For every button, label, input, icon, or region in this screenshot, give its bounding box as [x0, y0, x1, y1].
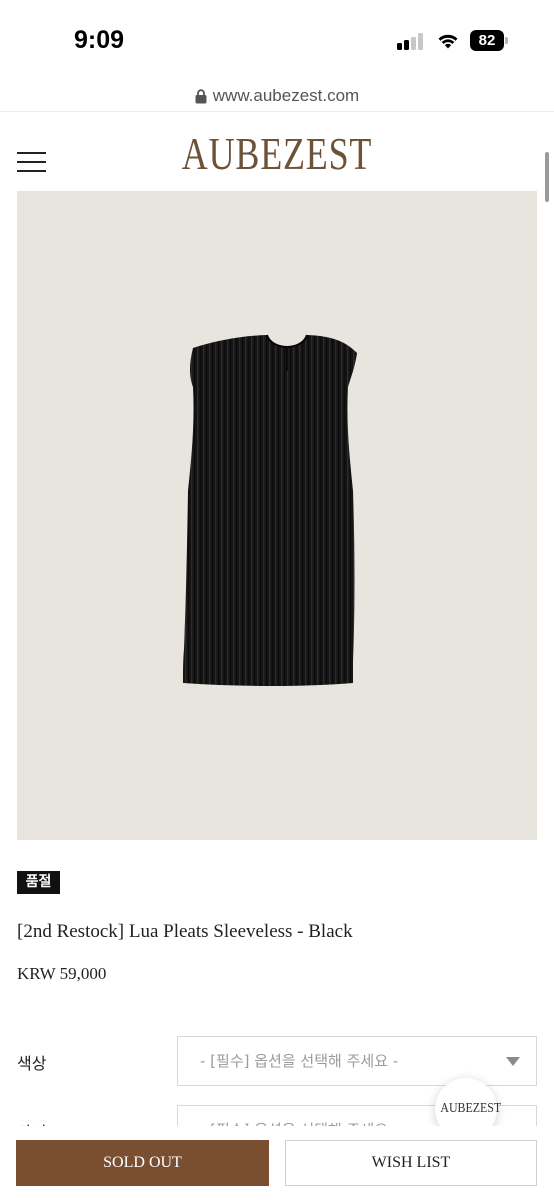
product-image[interactable]	[17, 191, 537, 840]
site-logo[interactable]: AUBEZEST	[55, 128, 498, 180]
chevron-down-icon	[506, 1057, 520, 1066]
scrollbar[interactable]	[545, 152, 549, 202]
color-select-placeholder: - [필수] 옵션을 선택해 주세요 -	[200, 1052, 399, 1070]
battery-icon: 82	[470, 30, 508, 51]
url-text: www.aubezest.com	[212, 86, 360, 105]
product-name: [2nd Restock] Lua Pleats Sleeveless - Bl…	[17, 921, 353, 942]
product-price: KRW 59,000	[17, 964, 107, 983]
wish-list-button[interactable]: WISH LIST	[285, 1140, 537, 1186]
status-bar: 9:09 82	[0, 0, 554, 80]
soldout-badge: 품절	[17, 871, 60, 894]
browser-url-bar[interactable]: www.aubezest.com	[0, 80, 554, 112]
sleeveless-top-illustration	[183, 334, 357, 686]
option-label-color: 색상	[17, 1054, 47, 1073]
sold-out-button[interactable]: SOLD OUT	[16, 1140, 269, 1186]
site-header: AUBEZEST	[0, 112, 554, 192]
bottom-action-bar: SOLD OUT WISH LIST	[0, 1126, 554, 1200]
battery-level: 82	[478, 32, 496, 49]
signal-icon	[397, 33, 425, 50]
wifi-icon	[438, 34, 458, 49]
lock-icon	[195, 88, 207, 103]
status-time: 9:09	[74, 26, 125, 54]
hamburger-menu-icon[interactable]	[17, 152, 47, 174]
